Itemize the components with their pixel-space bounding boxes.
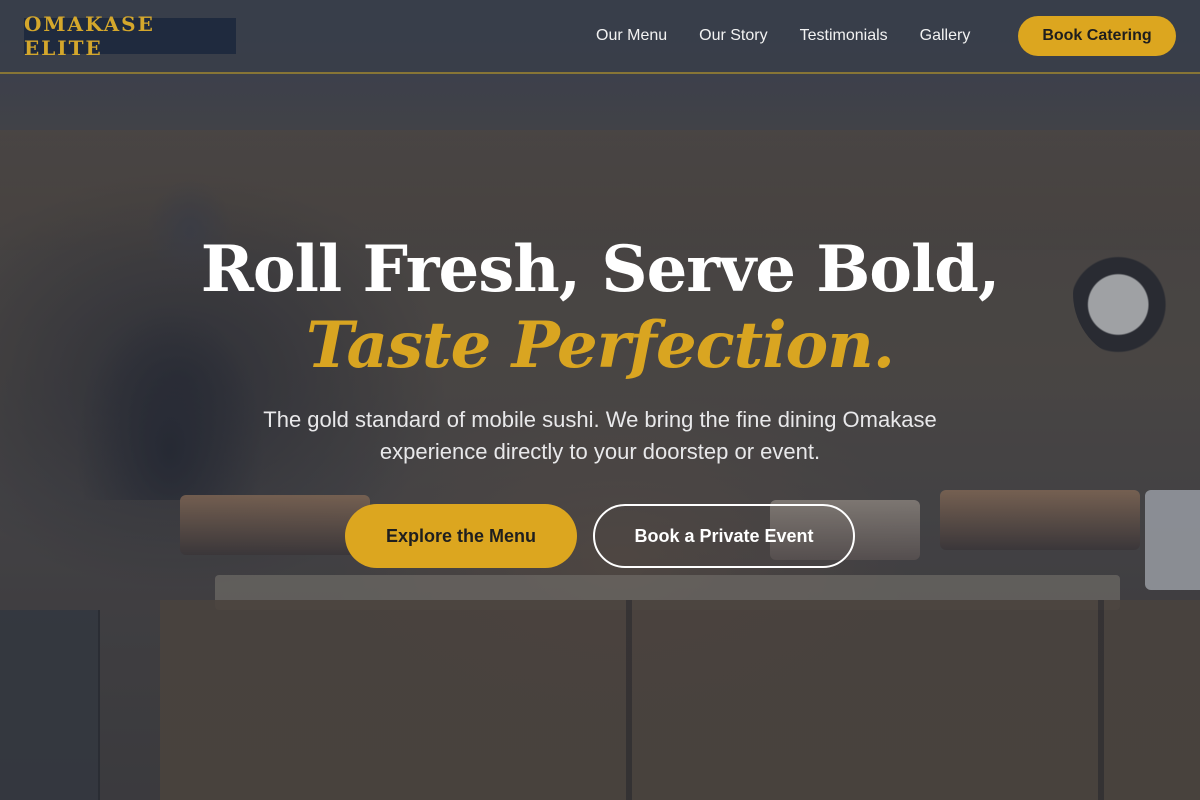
hero-title-line2: Taste Perfection.	[306, 308, 895, 383]
hero-title: Roll Fresh, Serve Bold, Taste Perfection…	[0, 230, 1200, 382]
explore-menu-button[interactable]: Explore the Menu	[345, 504, 577, 568]
nav-link-our-menu[interactable]: Our Menu	[596, 26, 667, 46]
book-private-event-button[interactable]: Book a Private Event	[593, 504, 855, 568]
hero-subtitle: The gold standard of mobile sushi. We br…	[263, 407, 937, 464]
site-header: OMAKASE ELITE Our Menu Our Story Testimo…	[0, 0, 1200, 74]
nav-link-gallery[interactable]: Gallery	[920, 26, 971, 46]
hero-title-line1: Roll Fresh, Serve Bold,	[200, 232, 1001, 307]
hero-cta-group: Explore the Menu Book a Private Event	[0, 504, 1200, 568]
site-logo[interactable]: OMAKASE ELITE	[24, 12, 236, 60]
nav-link-our-story[interactable]: Our Story	[699, 26, 767, 46]
nav-link-testimonials[interactable]: Testimonials	[800, 26, 888, 46]
hero-section: Roll Fresh, Serve Bold, Taste Perfection…	[0, 230, 1200, 468]
main-nav: Our Menu Our Story Testimonials Gallery	[596, 26, 970, 46]
logo-text: OMAKASE ELITE	[24, 12, 155, 60]
book-catering-button[interactable]: Book Catering	[1018, 16, 1176, 56]
